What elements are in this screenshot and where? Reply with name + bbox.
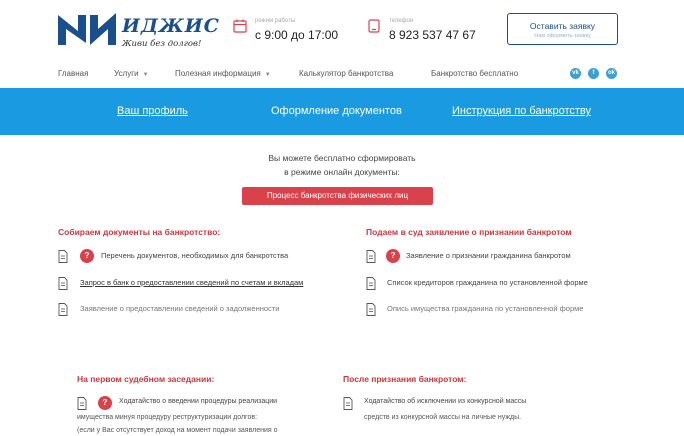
list-item: Список кредиторов гражданина по установл… [366, 277, 646, 295]
first-hearing-description: имущества минуя процедуру реструктуризац… [77, 411, 327, 436]
first-hearing-title: На первом судебном заседании: [77, 374, 215, 384]
nav-label: Главная [58, 69, 89, 78]
main-nav: Главная Услуги ▼ Полезная информация ▼ Кал… [0, 64, 684, 84]
band-link-instruction[interactable]: Инструкция по банкротству [452, 105, 591, 117]
document-icon [366, 303, 376, 316]
bankruptcy-process-button[interactable]: Процесс банкротства физических лиц [242, 187, 433, 205]
desc-line-1: имущества минуя процедуру реструктуризац… [77, 414, 258, 421]
after-bankruptcy-description: средств из конкурсной массы на личные ну… [364, 411, 604, 424]
facebook-icon[interactable]: f [588, 68, 599, 79]
item-text: Ходатайство о введении процедуры реализа… [119, 398, 278, 405]
item-text: Перечень документов, необходимых для бан… [101, 251, 289, 260]
nav-label: Калькулятор банкротства [299, 69, 394, 78]
right-section-title: Подаем в суд заявление о признании банкр… [366, 227, 572, 237]
vk-icon[interactable]: vk [570, 68, 581, 79]
item-link[interactable]: Запрос в банк о предоставлении сведений … [80, 278, 303, 287]
phone-number[interactable]: 8 923 537 47 67 [389, 28, 476, 42]
logo-name: ИДЖИС [122, 15, 220, 37]
nav-item-home[interactable]: Главная [58, 69, 88, 78]
document-icon [366, 250, 376, 263]
cta-subtitle: Нам оформить заявку [534, 33, 591, 39]
leave-request-button[interactable]: Оставить заявку Нам оформить заявку [507, 13, 618, 45]
document-icon [58, 250, 68, 263]
phone-contact: телефон 8 923 537 47 67 [367, 17, 492, 47]
question-icon[interactable]: ? [386, 249, 400, 263]
item-text: Ходатайство об исключении из конкурсной … [364, 398, 527, 405]
nav-item-free-bankruptcy[interactable]: Банкротство бесплатно [431, 69, 518, 78]
list-item: ? Заявление о признании гражданина банкр… [366, 249, 646, 268]
item-text: Заявление о признании гражданина банкрот… [406, 251, 571, 260]
desc-line-2: (если у Вас отсутствует доход на момент … [77, 427, 278, 434]
chevron-down-icon: ▼ [142, 72, 149, 78]
cta-title: Оставить заявку [529, 21, 596, 31]
calendar-icon [233, 19, 247, 33]
logo-mark-icon [58, 13, 116, 45]
nav-label: Услуги [114, 69, 139, 78]
phone-icon [368, 19, 380, 33]
nav-item-calculator[interactable]: Калькулятор банкротства [299, 69, 393, 78]
intro-text: Вы можете бесплатно сформировать в режим… [0, 151, 684, 179]
hours-value: с 9:00 до 17:00 [255, 28, 339, 42]
logo[interactable]: ИДЖИС Живи без долгов! [56, 9, 219, 49]
intro-line-2: в режиме онлайн документы: [284, 167, 400, 177]
logo-tagline: Живи без долгов! [122, 39, 202, 49]
list-item: Опись имущества гражданина по установлен… [366, 303, 646, 321]
question-icon[interactable]: ? [98, 396, 112, 410]
phone-label: телефон [389, 18, 414, 24]
nav-item-useful-info[interactable]: Полезная информация ▼ [175, 69, 271, 78]
action-band: Ваш профиль Оформление документов Инстру… [0, 88, 684, 135]
nav-item-services[interactable]: Услуги ▼ [114, 69, 149, 78]
document-icon [58, 303, 68, 316]
list-item: Запрос в банк о предоставлении сведений … [58, 277, 348, 295]
hours-label: режим работы [255, 18, 296, 24]
band-link-profile[interactable]: Ваш профиль [117, 105, 188, 117]
desc-line: средств из конкурсной массы на личные ну… [364, 414, 522, 421]
left-section-title: Собираем документы на банкротство: [58, 227, 221, 237]
chevron-down-icon: ▼ [264, 72, 271, 78]
list-item: ? Перечень документов, необходимых для б… [58, 249, 348, 268]
after-bankruptcy-title: После признания банкротом: [343, 374, 467, 384]
item-text: Список кредиторов гражданина по установл… [387, 278, 588, 287]
question-icon[interactable]: ? [80, 249, 94, 263]
nav-label: Полезная информация [175, 69, 261, 78]
odnoklassniki-icon[interactable]: ok [606, 68, 617, 79]
document-icon [77, 397, 87, 410]
item-text: Заявление о предоставлении сведений о за… [80, 304, 280, 313]
band-link-documents[interactable]: Оформление документов [271, 105, 402, 117]
document-icon [366, 277, 376, 290]
list-item: Заявление о предоставлении сведений о за… [58, 303, 348, 321]
document-icon [58, 277, 68, 290]
site-header: ИДЖИС Живи без долгов! режим работы с 9:… [0, 0, 684, 60]
working-hours: режим работы с 9:00 до 17:00 [233, 17, 353, 47]
intro-line-1: Вы можете бесплатно сформировать [268, 153, 416, 163]
item-text: Опись имущества гражданина по установлен… [387, 304, 584, 313]
document-icon [343, 397, 353, 410]
nav-label: Банкротство бесплатно [431, 69, 519, 78]
